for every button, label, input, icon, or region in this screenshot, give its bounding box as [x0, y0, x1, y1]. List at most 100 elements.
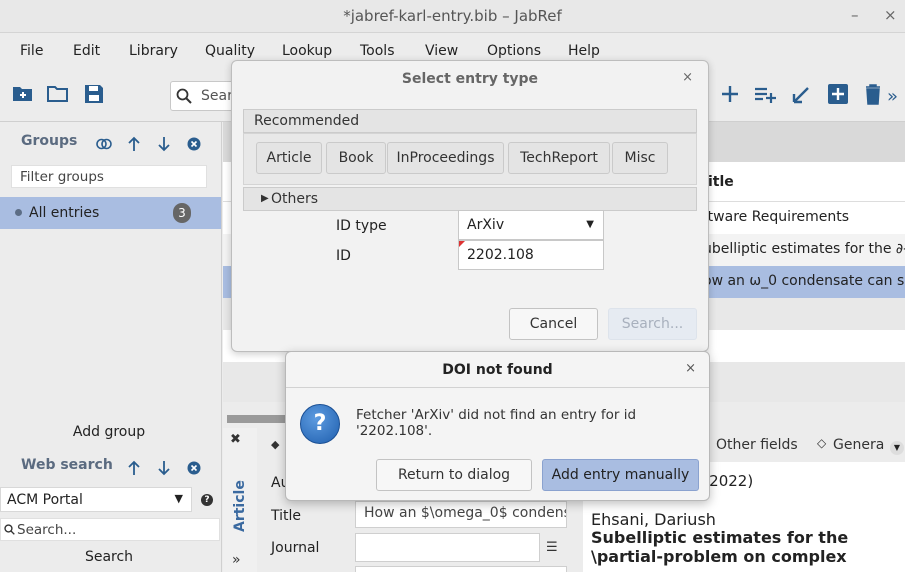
- journal-field[interactable]: [355, 533, 540, 562]
- type-book-button[interactable]: Book: [326, 142, 386, 174]
- web-search-icon: [4, 524, 15, 535]
- chevron-down-icon: ▼: [586, 219, 594, 230]
- add-entry-icon[interactable]: [718, 82, 742, 106]
- validation-error-icon: [459, 241, 465, 247]
- web-search-close-icon[interactable]: [187, 461, 201, 475]
- tab-general[interactable]: Genera: [833, 437, 884, 453]
- arrow-up-icon[interactable]: [127, 136, 141, 152]
- id-value: 2202.108: [467, 247, 534, 263]
- window-titlebar: *jabref-karl-entry.bib – JabRef – ×: [0, 0, 905, 33]
- help-icon[interactable]: ?: [201, 494, 213, 506]
- search-icon: [176, 88, 192, 104]
- add-group-button[interactable]: Add group: [0, 424, 218, 440]
- save-icon[interactable]: [82, 82, 106, 106]
- id-type-select[interactable]: ArXiv ▼: [458, 210, 604, 240]
- alert-divider: [286, 387, 709, 388]
- arrow-down-icon[interactable]: [157, 136, 171, 152]
- entry-type-buttons: Article Book InProceedings TechReport Mi…: [243, 133, 697, 185]
- return-to-dialog-button[interactable]: Return to dialog: [376, 459, 532, 491]
- preview-author: Ehsani, Dariush: [591, 510, 716, 529]
- group-label: All entries: [29, 205, 100, 221]
- preview-title-line: Subelliptic estimates for the: [591, 528, 849, 547]
- search-button[interactable]: Search...: [608, 308, 697, 340]
- filter-groups-input[interactable]: Filter groups: [11, 165, 207, 188]
- entry-count-badge: 3: [173, 203, 191, 223]
- id-label: ID: [336, 248, 351, 264]
- tab-other-fields[interactable]: Other fields: [716, 437, 798, 453]
- dialog-close-icon[interactable]: ×: [682, 70, 693, 85]
- type-misc-button[interactable]: Misc: [612, 142, 668, 174]
- group-dot-icon: [15, 209, 22, 216]
- tab-menu-chevron-icon[interactable]: ▼: [890, 441, 904, 455]
- cell-title: ow an ω_0 condensate can spi: [703, 273, 905, 289]
- tab-tag-icon: ◇: [817, 436, 827, 450]
- web-search-placeholder: Search...: [17, 522, 77, 538]
- type-inproceedings-button[interactable]: InProceedings: [387, 142, 504, 174]
- id-type-value: ArXiv: [467, 217, 505, 233]
- editor-close-icon[interactable]: ✖: [230, 432, 241, 447]
- menu-options[interactable]: Options: [487, 43, 541, 59]
- toolbar-overflow-button[interactable]: »: [887, 86, 898, 107]
- cell-title: ubelliptic estimates for the ∂-p: [703, 241, 905, 257]
- preview-title: Subelliptic estimates for the \partial-p…: [591, 528, 848, 566]
- journal-abbrev-icon[interactable]: ☰: [546, 540, 558, 555]
- menu-edit[interactable]: Edit: [73, 43, 100, 59]
- id-type-label: ID type: [336, 218, 387, 234]
- column-header-title[interactable]: itle: [708, 174, 734, 190]
- others-section[interactable]: ▶ Others: [243, 187, 697, 211]
- select-entry-type-dialog: Select entry type × Recommended Article …: [231, 60, 709, 352]
- doi-not-found-dialog: DOI not found × ? Fetcher 'ArXiv' did no…: [285, 351, 710, 501]
- fetcher-select[interactable]: ACM Portal ▼: [0, 487, 192, 512]
- cell-title: ftware Requirements: [703, 209, 850, 225]
- field-label-title: Title: [271, 508, 302, 524]
- delete-icon[interactable]: [861, 82, 885, 106]
- groups-title: Groups: [21, 133, 78, 149]
- alert-close-icon[interactable]: ×: [685, 361, 696, 376]
- menu-view[interactable]: View: [425, 43, 458, 59]
- dialog-title: Select entry type: [401, 71, 539, 87]
- recommended-section-header: Recommended: [243, 109, 697, 133]
- global-search-input[interactable]: Search: [170, 81, 249, 111]
- minimize-button[interactable]: –: [851, 6, 859, 24]
- add-entry-manually-button[interactable]: Add entry manually: [542, 459, 699, 491]
- menu-quality[interactable]: Quality: [205, 43, 255, 59]
- web-search-down-icon[interactable]: [157, 460, 171, 476]
- menu-lookup[interactable]: Lookup: [282, 43, 332, 59]
- editor-expand-icon[interactable]: »: [232, 552, 241, 568]
- web-search-button[interactable]: Search: [0, 549, 218, 565]
- menu-library[interactable]: Library: [129, 43, 178, 59]
- alert-message: Fetcher 'ArXiv' did not find an entry fo…: [356, 407, 637, 439]
- tag-icon: ◆: [271, 438, 280, 451]
- field-label-journal: Journal: [271, 540, 320, 556]
- chevron-down-icon: ▼: [174, 492, 183, 505]
- expand-triangle-icon: ▶: [261, 193, 269, 204]
- edit-entry-icon[interactable]: [790, 82, 814, 106]
- entry-type-label-wrap: Article: [232, 470, 248, 532]
- new-entry-icon[interactable]: [826, 82, 850, 106]
- add-from-text-icon[interactable]: [753, 82, 777, 106]
- open-library-icon[interactable]: [46, 82, 70, 106]
- new-library-icon[interactable]: [11, 82, 35, 106]
- type-article-button[interactable]: Article: [256, 142, 322, 174]
- menu-help[interactable]: Help: [568, 43, 600, 59]
- preview-title-line: \partial-problem on complex: [591, 547, 847, 566]
- web-search-up-icon[interactable]: [127, 460, 141, 476]
- next-field[interactable]: [355, 566, 567, 572]
- title-field[interactable]: How an $\omega_0$ condensate ca: [355, 501, 567, 528]
- group-all-entries[interactable]: All entries 3: [0, 197, 221, 229]
- cancel-button[interactable]: Cancel: [509, 308, 598, 340]
- entry-type-vertical-label: Article: [232, 480, 248, 532]
- type-techreport-button[interactable]: TechReport: [508, 142, 610, 174]
- web-search-input[interactable]: Search...: [0, 518, 220, 541]
- id-input[interactable]: 2202.108: [458, 240, 604, 270]
- window-title: *jabref-karl-entry.bib – JabRef: [343, 7, 562, 25]
- question-icon: ?: [300, 404, 340, 444]
- menu-file[interactable]: File: [20, 43, 43, 59]
- preview-citation-key: i2022): [705, 472, 754, 490]
- web-search-title: Web search: [21, 457, 113, 473]
- close-circle-icon[interactable]: [187, 137, 201, 151]
- menu-tools[interactable]: Tools: [360, 43, 395, 59]
- close-window-button[interactable]: ×: [884, 6, 897, 24]
- group-intersection-icon[interactable]: [96, 137, 112, 151]
- fetcher-value: ACM Portal: [7, 492, 83, 508]
